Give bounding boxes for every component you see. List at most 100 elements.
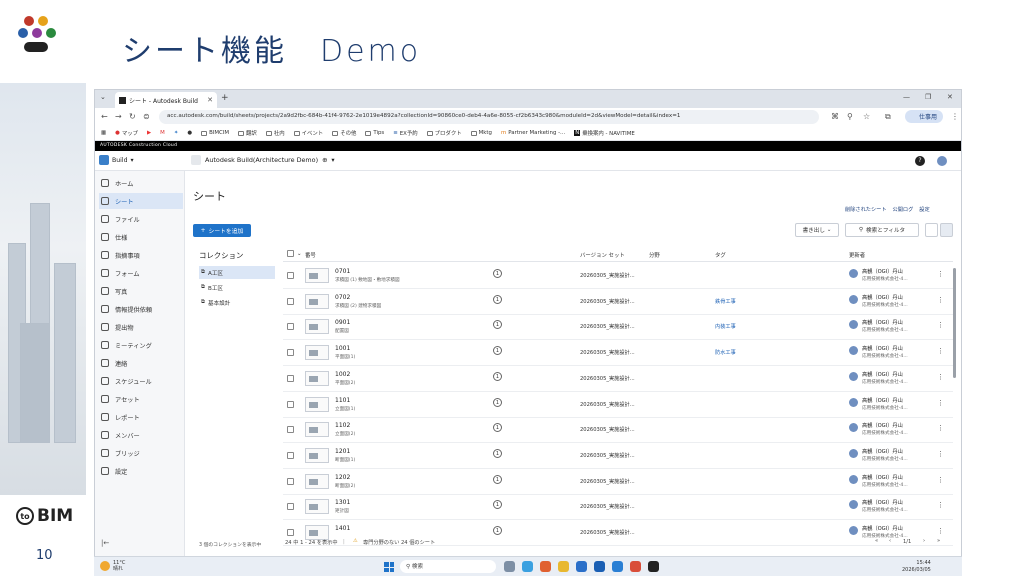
zoom-icon[interactable]: ⚲: [847, 112, 853, 121]
deleted-sheets-link[interactable]: 削除されたシート: [845, 206, 887, 213]
tab-list-icon[interactable]: ⌄: [100, 93, 106, 101]
sidebar-item[interactable]: ブリッジ: [99, 445, 183, 461]
version-badge[interactable]: 1: [493, 320, 502, 330]
youtube-icon[interactable]: ▶: [147, 130, 151, 136]
version-badge[interactable]: 1: [493, 423, 502, 433]
sidebar-item[interactable]: 指摘事項: [99, 247, 183, 263]
hp-icon[interactable]: [594, 561, 605, 572]
version-badge[interactable]: 1: [493, 294, 502, 304]
table-row[interactable]: 1301 矩計図 1 20260305_実施設計... 高観（OGI）丹山 応用技術株式会…: [283, 494, 953, 521]
version-badge[interactable]: 1: [493, 371, 502, 381]
extensions-icon[interactable]: ⧉: [885, 112, 891, 122]
bookmark-item[interactable]: ≡ EX予約: [393, 129, 417, 137]
sheet-number[interactable]: 1102: [335, 422, 350, 429]
grid-view-button[interactable]: [925, 223, 938, 237]
more-icon[interactable]: ⋮: [937, 424, 944, 432]
list-view-button[interactable]: [940, 223, 953, 237]
more-icon[interactable]: ⋮: [937, 347, 944, 355]
sheet-thumbnail[interactable]: [305, 422, 329, 438]
table-row[interactable]: 1102 立面図(2) 1 20260305_実施設計... 高観（OGI）丹山 応用技術…: [283, 417, 953, 444]
taskbar-search[interactable]: ⚲ 検索: [400, 560, 496, 573]
browser-tab[interactable]: シート - Autodesk Build ✕: [115, 92, 217, 108]
maximize-icon[interactable]: ❐: [925, 93, 931, 101]
version-badge[interactable]: 1: [493, 474, 502, 484]
version-badge[interactable]: 1: [493, 448, 502, 458]
forward-icon[interactable]: →: [115, 112, 122, 121]
module-switcher[interactable]: Build ▾: [99, 155, 134, 165]
add-sheet-button[interactable]: + シートを追加: [193, 224, 251, 237]
bookmark-folder[interactable]: プロダクト: [426, 129, 462, 137]
sheet-tag[interactable]: 防水工事: [715, 349, 736, 356]
collection-item[interactable]: ⧉ A工区: [199, 266, 275, 279]
sidebar-item[interactable]: 仕様: [99, 229, 183, 245]
outlook-icon[interactable]: [612, 561, 623, 572]
back-icon[interactable]: ←: [101, 112, 108, 121]
explorer-icon[interactable]: [558, 561, 569, 572]
new-tab-icon[interactable]: +: [221, 93, 229, 103]
sidebar-item[interactable]: レポート: [99, 409, 183, 425]
row-checkbox[interactable]: [287, 349, 294, 357]
publish-log-link[interactable]: 公開ログ: [893, 206, 914, 213]
close-tab-icon[interactable]: ✕: [207, 96, 213, 104]
sidebar-item[interactable]: シート: [99, 193, 183, 209]
sheet-number[interactable]: 1002: [335, 371, 350, 378]
start-icon[interactable]: [384, 562, 394, 572]
sheet-thumbnail[interactable]: [305, 319, 329, 335]
sheet-thumbnail[interactable]: [305, 396, 329, 412]
row-checkbox[interactable]: [287, 477, 294, 485]
more-icon[interactable]: ⋮: [937, 399, 944, 407]
last-page-icon[interactable]: »: [937, 538, 940, 544]
table-row[interactable]: 1202 断面図(2) 1 20260305_実施設計... 高観（OGI）丹山 応用技術…: [283, 469, 953, 495]
help-icon[interactable]: ?: [915, 156, 925, 166]
bookmark-folder[interactable]: その他: [332, 129, 356, 137]
collection-item[interactable]: ⧉ 基本設計: [199, 296, 275, 309]
table-row[interactable]: 0701 求積図 (1) 敷地図・敷地求積図 1 20260305_実施設計... 高観…: [283, 263, 953, 289]
sheet-thumbnail[interactable]: [305, 268, 329, 283]
table-row[interactable]: 0901 配置図 1 20260305_実施設計... 内装工事 高観（OGI）丹山 応用技…: [283, 314, 953, 341]
export-button[interactable]: 書き出し ⌄: [795, 223, 839, 237]
browser-menu-icon[interactable]: ⋮: [951, 112, 959, 121]
col-number[interactable]: 番号: [305, 251, 316, 259]
sheet-thumbnail[interactable]: [305, 345, 329, 361]
sheet-thumbnail[interactable]: [305, 473, 329, 489]
sheet-number[interactable]: 0901: [335, 319, 350, 326]
sheet-tag[interactable]: 鉄骨工事: [715, 298, 736, 305]
row-checkbox[interactable]: [287, 503, 294, 511]
chrome-icon[interactable]: [630, 561, 641, 572]
url-field[interactable]: acc.autodesk.com/build/sheets/projects/2…: [159, 110, 819, 124]
sidebar-item[interactable]: 提出物: [99, 319, 183, 335]
select-all-checkbox[interactable]: [287, 250, 294, 257]
row-checkbox[interactable]: [287, 272, 294, 279]
sidebar-item[interactable]: ホーム: [99, 175, 183, 191]
photos-icon[interactable]: [540, 561, 551, 572]
bookmark-item[interactable]: ● マップ: [115, 129, 138, 137]
more-icon[interactable]: ⋮: [937, 373, 944, 381]
col-updated-by[interactable]: 更新者: [849, 251, 865, 259]
profile-button[interactable]: 仕事用: [905, 110, 944, 123]
version-badge[interactable]: 1: [493, 526, 502, 535]
user-avatar[interactable]: [937, 156, 947, 166]
prev-page-icon[interactable]: ‹: [889, 538, 891, 544]
bookmark-folder[interactable]: BIMCIM: [201, 130, 229, 136]
bookmark-item[interactable]: N 乗換案内 - NAVITIME: [574, 129, 635, 137]
table-scrollbar[interactable]: [953, 268, 956, 378]
sheet-number[interactable]: 1001: [335, 345, 350, 352]
github-desktop-icon[interactable]: [648, 561, 659, 572]
version-badge[interactable]: 1: [493, 500, 502, 510]
bookmark-folder[interactable]: Mktg: [470, 130, 492, 136]
collection-item[interactable]: ⧉ B工区: [199, 281, 275, 294]
no-discipline-warning[interactable]: 専門分野のない 24 個のシート: [363, 539, 435, 546]
close-window-icon[interactable]: ✕: [947, 93, 953, 101]
sheet-number[interactable]: 1201: [335, 448, 350, 455]
github-icon[interactable]: ●: [187, 130, 192, 136]
search-filter-button[interactable]: ⚲ 検索とフィルタ: [845, 223, 919, 237]
sheet-thumbnail[interactable]: [305, 370, 329, 386]
edge-icon[interactable]: [576, 561, 587, 572]
sheet-tag[interactable]: 内装工事: [715, 323, 736, 330]
col-discipline[interactable]: 分野: [649, 251, 660, 259]
sidebar-item[interactable]: ファイル: [99, 211, 183, 227]
sidebar-item[interactable]: ミーティング: [99, 337, 183, 353]
settings-link[interactable]: 設定: [919, 206, 929, 213]
project-selector[interactable]: Autodesk Build(Architecture Demo) ⊕ ▾: [191, 155, 335, 165]
bookmark-folder[interactable]: イベント: [293, 129, 323, 137]
